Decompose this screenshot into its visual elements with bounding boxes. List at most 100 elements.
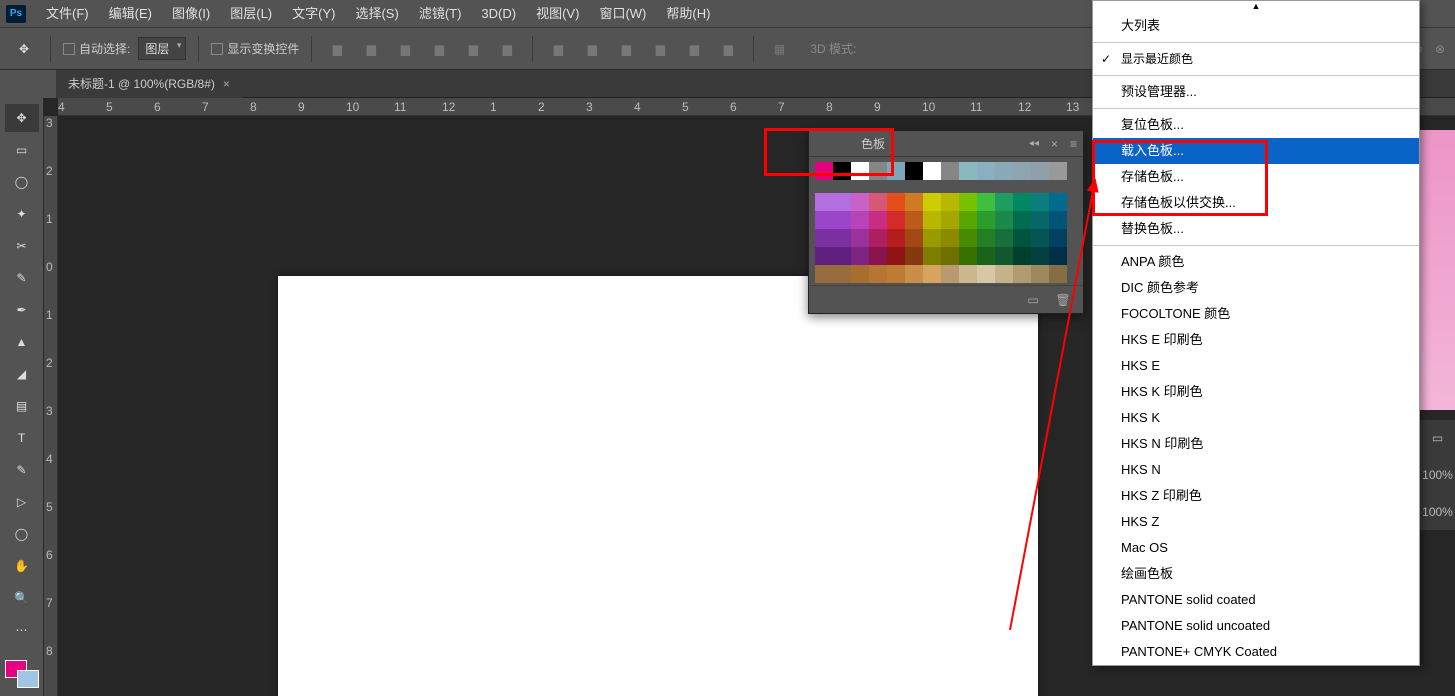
brush-tool[interactable]: ✒ bbox=[5, 296, 39, 324]
color-swatches[interactable] bbox=[5, 660, 39, 688]
swatch[interactable] bbox=[815, 265, 833, 283]
swatch[interactable] bbox=[977, 162, 995, 180]
menu-layer[interactable]: 图层(L) bbox=[220, 0, 282, 28]
swatch[interactable] bbox=[851, 265, 869, 283]
swatch[interactable] bbox=[1013, 229, 1031, 247]
swatch[interactable] bbox=[815, 193, 833, 211]
swatch[interactable] bbox=[1049, 265, 1067, 283]
swatch[interactable] bbox=[833, 162, 851, 180]
swatch[interactable] bbox=[1031, 229, 1049, 247]
menu-swatch-library[interactable]: HKS E bbox=[1093, 353, 1419, 379]
swatch[interactable] bbox=[1049, 162, 1067, 180]
swatch[interactable] bbox=[1031, 193, 1049, 211]
swatch[interactable] bbox=[1031, 247, 1049, 265]
zoom-tool[interactable]: 🔍 bbox=[5, 584, 39, 612]
swatch[interactable] bbox=[959, 211, 977, 229]
swatch[interactable] bbox=[941, 247, 959, 265]
swatch[interactable] bbox=[887, 265, 905, 283]
menu-file[interactable]: 文件(F) bbox=[36, 0, 99, 28]
gradient-tool[interactable]: ▤ bbox=[5, 392, 39, 420]
crop-tool[interactable]: ✂ bbox=[5, 232, 39, 260]
more-tool[interactable]: ⋯ bbox=[5, 616, 39, 644]
swatch[interactable] bbox=[869, 247, 887, 265]
swatch[interactable] bbox=[995, 193, 1013, 211]
swatch[interactable] bbox=[977, 211, 995, 229]
swatch[interactable] bbox=[923, 162, 941, 180]
swatch[interactable] bbox=[995, 247, 1013, 265]
menu-swatch-library[interactable]: Mac OS bbox=[1093, 535, 1419, 561]
swatch[interactable] bbox=[1049, 247, 1067, 265]
menu-swatch-library[interactable]: HKS N 印刷色 bbox=[1093, 431, 1419, 457]
menu-save-swatches-exchange[interactable]: 存储色板以供交换... bbox=[1093, 190, 1419, 216]
background-color[interactable] bbox=[17, 670, 39, 688]
align-bot-icon[interactable]: ▆ bbox=[392, 37, 418, 61]
swatch[interactable] bbox=[905, 229, 923, 247]
swatch[interactable] bbox=[941, 265, 959, 283]
align-hc-icon[interactable]: ▆ bbox=[460, 37, 486, 61]
dist-top-icon[interactable]: ▆ bbox=[545, 37, 571, 61]
scroll-up-icon[interactable]: ▲ bbox=[1093, 1, 1419, 13]
swatch[interactable] bbox=[995, 229, 1013, 247]
menu-swatch-library[interactable]: ANPA 颜色 bbox=[1093, 249, 1419, 275]
new-swatch-icon[interactable]: ▭ bbox=[1025, 293, 1041, 307]
align-top-icon[interactable]: ▆ bbox=[324, 37, 350, 61]
swatch[interactable] bbox=[977, 193, 995, 211]
menu-window[interactable]: 窗口(W) bbox=[589, 0, 656, 28]
swatch[interactable] bbox=[869, 162, 887, 180]
swatches-tab[interactable]: 色板 bbox=[849, 131, 897, 157]
swatch[interactable] bbox=[1049, 211, 1067, 229]
swatch[interactable] bbox=[959, 162, 977, 180]
menu-swatch-library[interactable]: HKS Z bbox=[1093, 509, 1419, 535]
close-tab-icon[interactable]: × bbox=[223, 70, 230, 98]
swatch[interactable] bbox=[941, 229, 959, 247]
menu-select[interactable]: 选择(S) bbox=[345, 0, 408, 28]
swatch[interactable] bbox=[1013, 265, 1031, 283]
align-left-icon[interactable]: ▆ bbox=[426, 37, 452, 61]
auto-select-toggle[interactable]: 自动选择: bbox=[63, 40, 130, 57]
swatch[interactable] bbox=[833, 247, 851, 265]
menu-image[interactable]: 图像(I) bbox=[162, 0, 220, 28]
swatch[interactable] bbox=[923, 193, 941, 211]
swatch[interactable] bbox=[887, 211, 905, 229]
delete-swatch-icon[interactable]: 🗑 bbox=[1055, 293, 1071, 307]
swatch[interactable] bbox=[1013, 211, 1031, 229]
swatch[interactable] bbox=[815, 162, 833, 180]
eyedropper-tool[interactable]: ✎ bbox=[5, 264, 39, 292]
menu-load-swatches[interactable]: 载入色板... bbox=[1093, 138, 1419, 164]
menu-big-list[interactable]: 大列表 bbox=[1093, 13, 1419, 39]
swatch[interactable] bbox=[833, 265, 851, 283]
swatch[interactable] bbox=[833, 229, 851, 247]
swatch[interactable] bbox=[1013, 162, 1031, 180]
swatch[interactable] bbox=[851, 162, 869, 180]
swatch[interactable] bbox=[995, 162, 1013, 180]
menu-swatch-library[interactable]: 绘画色板 bbox=[1093, 561, 1419, 587]
swatch[interactable] bbox=[851, 211, 869, 229]
lasso-tool[interactable]: ◯ bbox=[5, 168, 39, 196]
swatch[interactable] bbox=[995, 265, 1013, 283]
align-mid-icon[interactable]: ▆ bbox=[358, 37, 384, 61]
swatch[interactable] bbox=[1049, 193, 1067, 211]
swatch[interactable] bbox=[851, 193, 869, 211]
menu-replace-swatches[interactable]: 替换色板... bbox=[1093, 216, 1419, 242]
path-select-tool[interactable]: ▷ bbox=[5, 488, 39, 516]
collapse-icon[interactable]: ◂◂ bbox=[1029, 138, 1045, 149]
swatch[interactable] bbox=[1031, 211, 1049, 229]
swatch[interactable] bbox=[941, 211, 959, 229]
ellipse-tool[interactable]: ◯ bbox=[5, 520, 39, 548]
menu-3d[interactable]: 3D(D) bbox=[471, 0, 526, 28]
swatch[interactable] bbox=[941, 193, 959, 211]
swatch[interactable] bbox=[869, 193, 887, 211]
dist-left-icon[interactable]: ▆ bbox=[647, 37, 673, 61]
align-right-icon[interactable]: ▆ bbox=[494, 37, 520, 61]
menu-swatch-library[interactable]: PANTONE+ CMYK Coated bbox=[1093, 639, 1419, 665]
swatch[interactable] bbox=[923, 229, 941, 247]
auto-align-icon[interactable]: ▦ bbox=[766, 37, 792, 61]
menu-show-recent[interactable]: ✓显示最近颜色 bbox=[1093, 46, 1419, 72]
dist-bot-icon[interactable]: ▆ bbox=[613, 37, 639, 61]
swatch[interactable] bbox=[815, 247, 833, 265]
swatch[interactable] bbox=[887, 247, 905, 265]
swatch[interactable] bbox=[1049, 229, 1067, 247]
close-panel-icon[interactable]: × bbox=[1045, 137, 1064, 151]
panel-menu-icon[interactable]: ≡ bbox=[1064, 137, 1083, 151]
menu-filter[interactable]: 滤镜(T) bbox=[409, 0, 472, 28]
